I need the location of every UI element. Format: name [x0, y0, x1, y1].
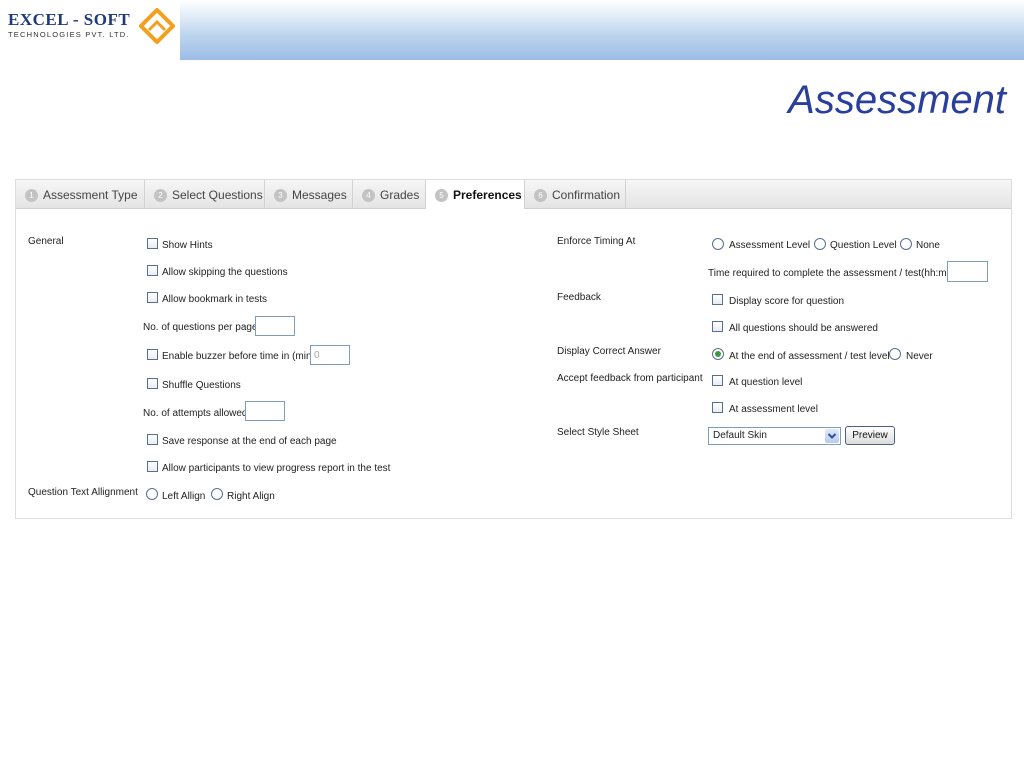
logo-diamond-icon — [139, 8, 175, 44]
answer-never-radio[interactable] — [889, 348, 901, 360]
header-banner — [180, 0, 1024, 60]
feedback-assessment-level-checkbox[interactable] — [712, 402, 723, 413]
save-response-label: Save response at the end of each page — [162, 436, 337, 447]
text-alignment-section-label: Question Text Allignment — [28, 487, 138, 498]
style-sheet-selected-value: Default Skin — [713, 430, 767, 441]
timing-question-level-radio[interactable] — [814, 238, 826, 250]
questions-per-page-label: No. of questions per page — [143, 322, 258, 333]
time-required-input[interactable] — [947, 261, 988, 282]
display-score-checkbox[interactable] — [712, 294, 723, 305]
save-response-checkbox[interactable] — [147, 434, 158, 445]
tab-assessment-type[interactable]: 1 Assessment Type — [16, 180, 145, 208]
attempts-allowed-label: No. of attempts allowed — [143, 408, 248, 419]
feedback-question-level-checkbox[interactable] — [712, 375, 723, 386]
view-progress-label: Allow participants to view progress repo… — [162, 463, 391, 474]
tab-select-questions[interactable]: 2 Select Questions — [145, 180, 265, 208]
step-number-icon: 3 — [274, 189, 287, 202]
buzzer-minutes-input[interactable] — [310, 345, 350, 365]
display-correct-answer-section-label: Display Correct Answer — [557, 346, 661, 357]
tab-label: Confirmation — [552, 188, 621, 202]
all-answered-label: All questions should be answered — [729, 323, 878, 334]
timing-assessment-level-radio[interactable] — [712, 238, 724, 250]
timing-assessment-level-label: Assessment Level — [729, 240, 811, 251]
step-number-icon: 1 — [25, 189, 38, 202]
answer-end-of-assessment-radio[interactable] — [712, 348, 724, 360]
allow-skipping-checkbox[interactable] — [147, 265, 158, 276]
tab-label: Preferences — [453, 188, 522, 202]
right-align-label: Right Align — [227, 491, 275, 502]
tab-confirmation[interactable]: 6 Confirmation — [525, 180, 626, 208]
all-answered-checkbox[interactable] — [712, 321, 723, 332]
enable-buzzer-label: Enable buzzer before time in (min) — [162, 351, 315, 362]
feedback-question-level-label: At question level — [729, 377, 803, 388]
tab-label: Messages — [292, 188, 347, 202]
display-score-label: Display score for question — [729, 296, 845, 307]
feedback-assessment-level-label: At assessment level — [729, 404, 818, 415]
enforce-timing-section-label: Enforce Timing At — [557, 236, 636, 247]
answer-end-of-assessment-label: At the end of assessment / test level — [729, 351, 890, 362]
view-progress-checkbox[interactable] — [147, 461, 158, 472]
feedback-section-label: Feedback — [557, 292, 601, 303]
allow-bookmark-checkbox[interactable] — [147, 292, 158, 303]
shuffle-questions-checkbox[interactable] — [147, 378, 158, 389]
timing-question-level-label: Question Level — [830, 240, 897, 251]
left-align-radio[interactable] — [146, 488, 158, 500]
show-hints-label: Show Hints — [162, 240, 213, 251]
preview-button[interactable]: Preview — [845, 426, 895, 445]
time-required-label: Time required to complete the assessment… — [708, 268, 959, 279]
step-number-icon: 2 — [154, 189, 167, 202]
general-section-label: General — [28, 236, 64, 247]
tab-preferences[interactable]: 5 Preferences — [426, 180, 525, 209]
participant-feedback-section-label: Accept feedback from participant — [557, 373, 703, 384]
tab-label: Assessment Type — [43, 188, 138, 202]
allow-bookmark-label: Allow bookmark in tests — [162, 294, 268, 305]
shuffle-questions-label: Shuffle Questions — [162, 380, 241, 391]
step-number-icon: 6 — [534, 189, 547, 202]
style-sheet-select[interactable]: Default Skin — [708, 427, 841, 445]
tab-grades[interactable]: 4 Grades — [353, 180, 426, 208]
logo-main-text: EXCEL - SOFT — [8, 10, 131, 29]
chevron-down-icon[interactable] — [825, 429, 839, 443]
tab-label: Select Questions — [172, 188, 263, 202]
style-sheet-section-label: Select Style Sheet — [557, 427, 639, 438]
page-title: Assessment — [788, 78, 1006, 122]
tab-messages[interactable]: 3 Messages — [265, 180, 353, 208]
enable-buzzer-checkbox[interactable] — [147, 349, 158, 360]
timing-none-label: None — [916, 240, 940, 251]
answer-never-label: Never — [906, 351, 933, 362]
right-align-radio[interactable] — [211, 488, 223, 500]
attempts-allowed-input[interactable] — [245, 401, 285, 421]
left-align-label: Left Allign — [162, 491, 206, 502]
allow-skipping-label: Allow skipping the questions — [162, 267, 288, 278]
questions-per-page-input[interactable] — [255, 316, 295, 336]
wizard-tab-bar: 1 Assessment Type 2 Select Questions 3 Mess… — [16, 180, 1011, 209]
show-hints-checkbox[interactable] — [147, 238, 158, 249]
step-number-icon: 5 — [435, 189, 448, 202]
step-number-icon: 4 — [362, 189, 375, 202]
tab-label: Grades — [380, 188, 420, 202]
logo-sub-text: TECHNOLOGIES PVT. LTD. — [8, 30, 130, 39]
timing-none-radio[interactable] — [900, 238, 912, 250]
